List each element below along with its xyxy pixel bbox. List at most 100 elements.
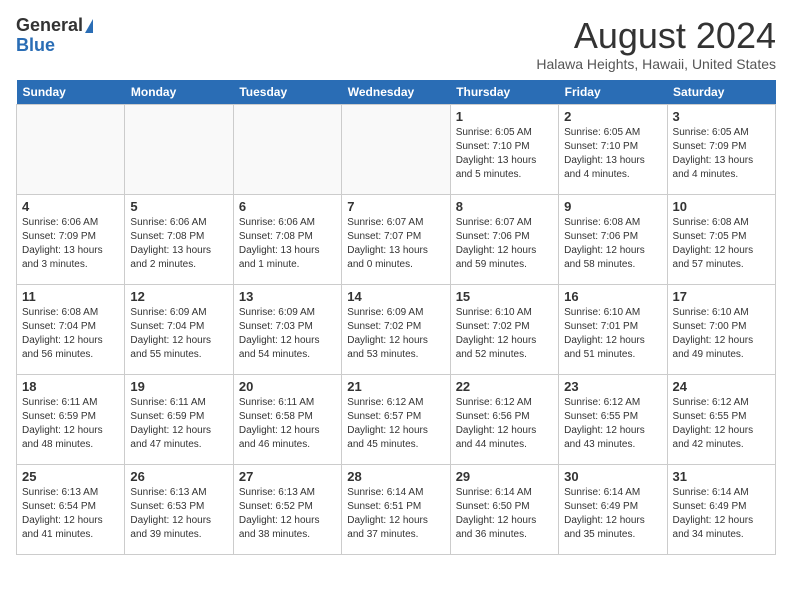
day-cell-1: 1 Sunrise: 6:05 AM Sunset: 7:10 PM Daylig… (450, 104, 558, 194)
day-info: Sunrise: 6:11 AM Sunset: 6:59 PM Dayligh… (130, 396, 227, 452)
day-header-friday: Friday (559, 80, 667, 105)
day-info: Sunrise: 6:10 AM Sunset: 7:02 PM Dayligh… (456, 306, 553, 362)
week-row-4: 18 Sunrise: 6:11 AM Sunset: 6:59 PM Dayli… (17, 374, 776, 464)
day-cell-5: 5 Sunrise: 6:06 AM Sunset: 7:08 PM Daylig… (125, 194, 233, 284)
day-cell-7: 7 Sunrise: 6:07 AM Sunset: 7:07 PM Daylig… (342, 194, 450, 284)
day-cell-16: 16Sunrise: 6:10 AM Sunset: 7:01 PM Dayli… (559, 284, 667, 374)
day-header-tuesday: Tuesday (233, 80, 341, 105)
day-number: 15 (456, 289, 553, 304)
week-row-2: 4 Sunrise: 6:06 AM Sunset: 7:09 PM Daylig… (17, 194, 776, 284)
day-number: 30 (564, 469, 661, 484)
day-cell-empty-0-1 (125, 104, 233, 194)
day-number: 18 (22, 379, 119, 394)
day-info: Sunrise: 6:05 AM Sunset: 7:10 PM Dayligh… (456, 126, 553, 182)
day-number: 13 (239, 289, 336, 304)
day-cell-11: 11 Sunrise: 6:08 AM Sunset: 7:04 PM Dayli… (17, 284, 125, 374)
calendar-table: SundayMondayTuesdayWednesdayThursdayFrid… (16, 80, 776, 555)
day-number: 19 (130, 379, 227, 394)
day-cell-22: 22Sunrise: 6:12 AM Sunset: 6:56 PM Dayli… (450, 374, 558, 464)
day-number: 7 (347, 199, 444, 214)
day-header-wednesday: Wednesday (342, 80, 450, 105)
day-info: Sunrise: 6:06 AM Sunset: 7:09 PM Dayligh… (22, 216, 119, 272)
day-info: Sunrise: 6:06 AM Sunset: 7:08 PM Dayligh… (130, 216, 227, 272)
day-header-sunday: Sunday (17, 80, 125, 105)
day-cell-29: 29 Sunrise: 6:14 AM Sunset: 6:50 PM Dayli… (450, 464, 558, 554)
day-info: Sunrise: 6:11 AM Sunset: 6:59 PM Dayligh… (22, 396, 119, 452)
day-number: 25 (22, 469, 119, 484)
day-info: Sunrise: 6:05 AM Sunset: 7:09 PM Dayligh… (673, 126, 770, 182)
day-number: 11 (22, 289, 119, 304)
day-cell-empty-0-0 (17, 104, 125, 194)
day-cell-12: 12Sunrise: 6:09 AM Sunset: 7:04 PM Dayli… (125, 284, 233, 374)
day-number: 29 (456, 469, 553, 484)
day-cell-9: 9 Sunrise: 6:08 AM Sunset: 7:06 PM Daylig… (559, 194, 667, 284)
day-header-monday: Monday (125, 80, 233, 105)
day-cell-6: 6Sunrise: 6:06 AM Sunset: 7:08 PM Daylig… (233, 194, 341, 284)
day-number: 17 (673, 289, 770, 304)
day-number: 1 (456, 109, 553, 124)
day-info: Sunrise: 6:09 AM Sunset: 7:04 PM Dayligh… (130, 306, 227, 362)
day-number: 31 (673, 469, 770, 484)
day-cell-28: 28Sunrise: 6:14 AM Sunset: 6:51 PM Dayli… (342, 464, 450, 554)
week-row-3: 11 Sunrise: 6:08 AM Sunset: 7:04 PM Dayli… (17, 284, 776, 374)
day-number: 8 (456, 199, 553, 214)
day-cell-empty-0-2 (233, 104, 341, 194)
day-info: Sunrise: 6:14 AM Sunset: 6:50 PM Dayligh… (456, 486, 553, 542)
title-area: August 2024 Halawa Heights, Hawaii, Unit… (536, 16, 776, 72)
day-number: 10 (673, 199, 770, 214)
day-cell-8: 8 Sunrise: 6:07 AM Sunset: 7:06 PM Daylig… (450, 194, 558, 284)
day-info: Sunrise: 6:12 AM Sunset: 6:57 PM Dayligh… (347, 396, 444, 452)
day-cell-30: 30Sunrise: 6:14 AM Sunset: 6:49 PM Dayli… (559, 464, 667, 554)
day-cell-13: 13 Sunrise: 6:09 AM Sunset: 7:03 PM Dayli… (233, 284, 341, 374)
day-number: 14 (347, 289, 444, 304)
day-cell-3: 3Sunrise: 6:05 AM Sunset: 7:09 PM Daylig… (667, 104, 775, 194)
week-row-1: 1 Sunrise: 6:05 AM Sunset: 7:10 PM Daylig… (17, 104, 776, 194)
day-info: Sunrise: 6:12 AM Sunset: 6:55 PM Dayligh… (564, 396, 661, 452)
day-cell-26: 26Sunrise: 6:13 AM Sunset: 6:53 PM Dayli… (125, 464, 233, 554)
day-number: 21 (347, 379, 444, 394)
day-info: Sunrise: 6:09 AM Sunset: 7:02 PM Dayligh… (347, 306, 444, 362)
day-cell-14: 14 Sunrise: 6:09 AM Sunset: 7:02 PM Dayli… (342, 284, 450, 374)
day-number: 6 (239, 199, 336, 214)
day-cell-31: 31 Sunrise: 6:14 AM Sunset: 6:49 PM Dayli… (667, 464, 775, 554)
logo-icon (85, 19, 93, 33)
day-number: 4 (22, 199, 119, 214)
day-number: 9 (564, 199, 661, 214)
day-info: Sunrise: 6:08 AM Sunset: 7:04 PM Dayligh… (22, 306, 119, 362)
week-row-5: 25Sunrise: 6:13 AM Sunset: 6:54 PM Dayli… (17, 464, 776, 554)
day-cell-21: 21 Sunrise: 6:12 AM Sunset: 6:57 PM Dayli… (342, 374, 450, 464)
day-info: Sunrise: 6:11 AM Sunset: 6:58 PM Dayligh… (239, 396, 336, 452)
logo-blue-text: Blue (16, 35, 55, 55)
day-number: 27 (239, 469, 336, 484)
day-info: Sunrise: 6:13 AM Sunset: 6:52 PM Dayligh… (239, 486, 336, 542)
day-cell-18: 18 Sunrise: 6:11 AM Sunset: 6:59 PM Dayli… (17, 374, 125, 464)
day-info: Sunrise: 6:05 AM Sunset: 7:10 PM Dayligh… (564, 126, 661, 182)
calendar-subtitle: Halawa Heights, Hawaii, United States (536, 56, 776, 72)
day-info: Sunrise: 6:12 AM Sunset: 6:55 PM Dayligh… (673, 396, 770, 452)
day-number: 5 (130, 199, 227, 214)
day-info: Sunrise: 6:08 AM Sunset: 7:05 PM Dayligh… (673, 216, 770, 272)
day-info: Sunrise: 6:09 AM Sunset: 7:03 PM Dayligh… (239, 306, 336, 362)
day-number: 16 (564, 289, 661, 304)
page-header: General Blue August 2024 Halawa Heights,… (16, 16, 776, 72)
day-cell-19: 19 Sunrise: 6:11 AM Sunset: 6:59 PM Dayli… (125, 374, 233, 464)
day-info: Sunrise: 6:07 AM Sunset: 7:07 PM Dayligh… (347, 216, 444, 272)
day-cell-15: 15 Sunrise: 6:10 AM Sunset: 7:02 PM Dayli… (450, 284, 558, 374)
day-cell-25: 25Sunrise: 6:13 AM Sunset: 6:54 PM Dayli… (17, 464, 125, 554)
day-cell-20: 20 Sunrise: 6:11 AM Sunset: 6:58 PM Dayli… (233, 374, 341, 464)
day-cell-23: 23 Sunrise: 6:12 AM Sunset: 6:55 PM Dayli… (559, 374, 667, 464)
day-cell-4: 4 Sunrise: 6:06 AM Sunset: 7:09 PM Daylig… (17, 194, 125, 284)
day-info: Sunrise: 6:08 AM Sunset: 7:06 PM Dayligh… (564, 216, 661, 272)
day-number: 23 (564, 379, 661, 394)
day-info: Sunrise: 6:07 AM Sunset: 7:06 PM Dayligh… (456, 216, 553, 272)
day-info: Sunrise: 6:12 AM Sunset: 6:56 PM Dayligh… (456, 396, 553, 452)
day-number: 24 (673, 379, 770, 394)
day-number: 2 (564, 109, 661, 124)
day-info: Sunrise: 6:14 AM Sunset: 6:49 PM Dayligh… (673, 486, 770, 542)
day-info: Sunrise: 6:10 AM Sunset: 7:00 PM Dayligh… (673, 306, 770, 362)
day-number: 20 (239, 379, 336, 394)
day-number: 28 (347, 469, 444, 484)
day-info: Sunrise: 6:13 AM Sunset: 6:53 PM Dayligh… (130, 486, 227, 542)
day-cell-27: 27 Sunrise: 6:13 AM Sunset: 6:52 PM Dayli… (233, 464, 341, 554)
day-cell-10: 10 Sunrise: 6:08 AM Sunset: 7:05 PM Dayli… (667, 194, 775, 284)
